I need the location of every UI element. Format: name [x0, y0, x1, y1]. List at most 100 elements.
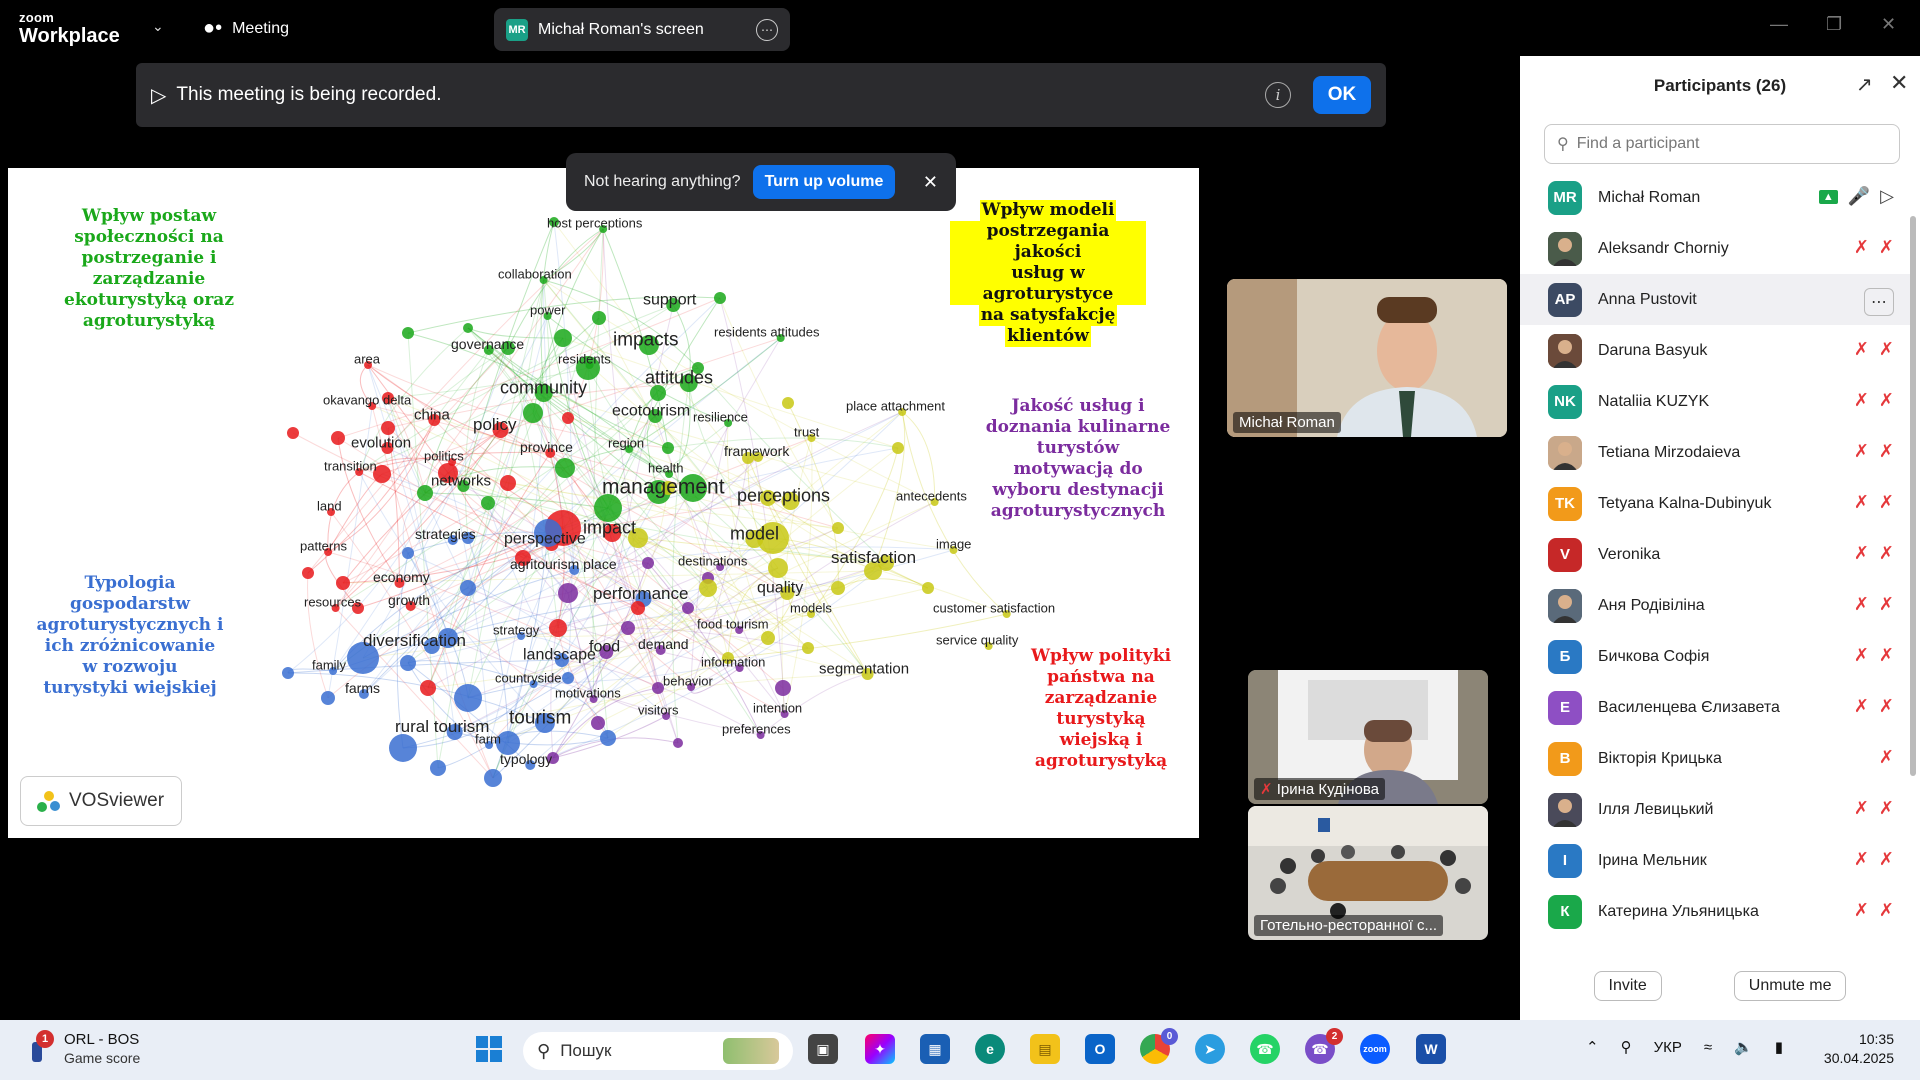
mic-off-icon[interactable]: ✗	[1854, 696, 1869, 717]
location-icon[interactable]: ⚲	[1621, 1038, 1632, 1056]
video-tile-3[interactable]: Готельно-ресторанної с...	[1248, 806, 1488, 940]
mic-off-icon[interactable]: ✗	[1854, 594, 1869, 615]
minimize-icon[interactable]: —	[1770, 14, 1788, 35]
camera-icon[interactable]: ▷	[1880, 186, 1894, 207]
volume-muted-icon[interactable]: 🔈	[1734, 1038, 1753, 1056]
show-hidden-icons[interactable]: ⌃	[1586, 1038, 1599, 1056]
zoom-icon[interactable]: zoom	[1360, 1034, 1390, 1064]
camera-off-icon[interactable]: ✗	[1879, 441, 1894, 462]
participant-search-input[interactable]: ⚲ Find a participant	[1544, 124, 1900, 164]
chevron-down-icon[interactable]: ⌄	[152, 18, 164, 35]
mic-off-icon[interactable]: ✗	[1854, 645, 1869, 666]
start-button[interactable]	[474, 1034, 504, 1064]
language-indicator[interactable]: УКР	[1654, 1039, 1682, 1056]
telegram-icon[interactable]: ➤	[1195, 1034, 1225, 1064]
mic-off-icon[interactable]: ✗	[1854, 543, 1869, 564]
cluster-label-yellow-line: klientów	[1005, 326, 1091, 347]
file-explorer-icon[interactable]: ▤	[1030, 1034, 1060, 1064]
participant-list-scrollbar[interactable]	[1910, 216, 1916, 776]
mic-off-icon[interactable]: ✗	[1854, 339, 1869, 360]
camera-off-icon[interactable]: ✗	[1879, 696, 1894, 717]
task-view-icon[interactable]: ▣	[808, 1034, 838, 1064]
term-label: behavior	[663, 674, 714, 689]
unmute-me-button[interactable]: Unmute me	[1733, 971, 1847, 1001]
camera-off-icon[interactable]: ✗	[1879, 849, 1894, 870]
viber-icon[interactable]: ☎ 2	[1305, 1028, 1343, 1064]
close-window-icon[interactable]: ✕	[1881, 14, 1896, 35]
participant-row[interactable]: MR Michał Roman ▲ 🎤 ▷	[1520, 172, 1910, 223]
participant-row[interactable]: Аня Родівіліна ✗ ✗	[1520, 580, 1910, 631]
turn-up-volume-button[interactable]: Turn up volume	[752, 165, 896, 199]
mic-off-icon[interactable]: ✗	[1854, 849, 1869, 870]
chrome-icon[interactable]: 0	[1140, 1028, 1178, 1064]
zoom-workplace-logo[interactable]: zoom Workplace	[19, 11, 120, 46]
participant-row[interactable]: Daruna Basyuk ✗ ✗	[1520, 325, 1910, 376]
vosviewer-icon	[37, 791, 60, 812]
camera-off-icon[interactable]: ✗	[1879, 237, 1894, 258]
participant-row[interactable]: Tetiana Mirzodaieva ✗ ✗	[1520, 427, 1910, 478]
cluster-label-green-line: postrzeganie i	[81, 248, 217, 268]
video-tile-speaker[interactable]: Michał Roman	[1227, 279, 1507, 437]
mic-off-icon[interactable]: ✗	[1854, 237, 1869, 258]
camera-off-icon[interactable]: ✗	[1879, 339, 1894, 360]
term-label: resources	[304, 595, 362, 610]
wifi-icon[interactable]: ≈	[1704, 1039, 1712, 1056]
info-icon[interactable]: i	[1265, 82, 1291, 108]
network-node	[802, 642, 814, 654]
more-options-button[interactable]: ⋯	[1864, 288, 1894, 316]
camera-off-icon[interactable]: ✗	[1879, 492, 1894, 513]
participant-row[interactable]: AP Anna Pustovit ⋯	[1520, 274, 1910, 325]
participant-row[interactable]: TK Tetyana Kalna-Dubinyuk ✗ ✗	[1520, 478, 1910, 529]
mic-off-icon[interactable]: ✗	[1854, 441, 1869, 462]
edge-icon[interactable]: e	[975, 1034, 1005, 1064]
participant-row[interactable]: Е Василенцева Єлизавета ✗ ✗	[1520, 682, 1910, 733]
mic-off-icon[interactable]: ✗	[1854, 900, 1869, 921]
avatar: MR	[1548, 180, 1582, 215]
participant-row[interactable]: Ілля Левицький ✗ ✗	[1520, 784, 1910, 835]
popout-icon[interactable]: ↗	[1856, 72, 1873, 97]
cluster-label-red-line: wiejską i	[1059, 730, 1143, 750]
camera-off-icon[interactable]: ✗	[1879, 900, 1894, 921]
network-node	[831, 581, 845, 595]
taskbar-search-input[interactable]: ⚲ Пошук	[523, 1032, 793, 1070]
video-tile-2[interactable]: ✗ Ірина Кудінова	[1248, 670, 1488, 804]
participant-row[interactable]: V Veronika ✗ ✗	[1520, 529, 1910, 580]
taskbar-clock[interactable]: 10:35 30.04.2025	[1822, 1030, 1894, 1068]
invite-button[interactable]: Invite	[1593, 971, 1662, 1001]
participant-row[interactable]: І Ірина Мельник ✗ ✗	[1520, 835, 1910, 886]
widgets-button[interactable]: 1 ORL - BOS Game score	[28, 1030, 140, 1066]
participant-list: MR Michał Roman ▲ 🎤 ▷ Aleksandr Chorniy ✗ ✗ AP An…	[1520, 172, 1910, 1004]
copilot-icon[interactable]: ✦	[865, 1034, 895, 1064]
battery-icon[interactable]: ▮	[1775, 1038, 1783, 1056]
participant-row[interactable]: Aleksandr Chorniy ✗ ✗	[1520, 223, 1910, 274]
camera-off-icon[interactable]: ✗	[1879, 594, 1894, 615]
restore-icon[interactable]: ❐	[1826, 14, 1842, 35]
participant-row[interactable]: В Вікторія Крицька ✗	[1520, 733, 1910, 784]
participant-row[interactable]: Б Бичкова Софія ✗ ✗	[1520, 631, 1910, 682]
store-icon[interactable]: ▦	[920, 1034, 950, 1064]
close-panel-icon[interactable]: ✕	[1890, 70, 1908, 96]
mic-icon[interactable]: 🎤	[1848, 186, 1870, 207]
camera-off-icon[interactable]: ✗	[1879, 645, 1894, 666]
network-node	[336, 576, 350, 590]
close-toast-icon[interactable]: ✕	[923, 172, 938, 193]
camera-off-icon[interactable]: ✗	[1879, 543, 1894, 564]
shared-screen-tab[interactable]: MR Michał Roman's screen ⋯	[494, 8, 790, 51]
cluster-label-green-line: społeczności na	[74, 227, 224, 247]
meeting-menu-button[interactable]: ●• Meeting	[203, 17, 289, 40]
word-icon[interactable]: W	[1416, 1034, 1446, 1064]
outlook-icon[interactable]: O	[1085, 1034, 1115, 1064]
whatsapp-icon[interactable]: ☎	[1250, 1034, 1280, 1064]
cluster-label-purple-line: turystów	[1036, 438, 1120, 458]
camera-off-icon[interactable]: ✗	[1879, 798, 1894, 819]
mic-off-icon[interactable]: ✗	[1854, 390, 1869, 411]
participant-row[interactable]: NK Nataliia KUZYK ✗ ✗	[1520, 376, 1910, 427]
participant-row[interactable]: К Катерина Ульяницька ✗ ✗	[1520, 886, 1910, 937]
mic-off-icon[interactable]: ✗	[1854, 798, 1869, 819]
more-options-icon[interactable]: ⋯	[756, 18, 778, 41]
avatar: І	[1548, 843, 1582, 878]
camera-off-icon[interactable]: ✗	[1879, 747, 1894, 768]
camera-off-icon[interactable]: ✗	[1879, 390, 1894, 411]
mic-off-icon[interactable]: ✗	[1854, 492, 1869, 513]
ok-button[interactable]: OK	[1313, 76, 1371, 114]
